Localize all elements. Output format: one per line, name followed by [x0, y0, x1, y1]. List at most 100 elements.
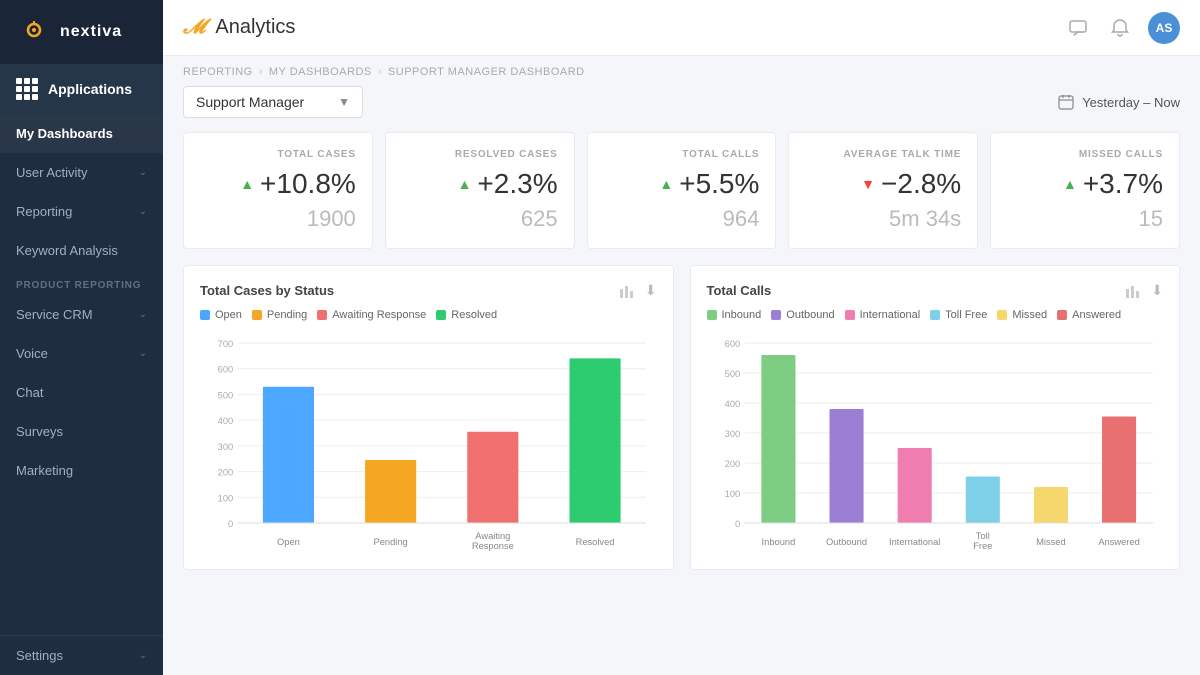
legend-pending-dot — [252, 310, 262, 320]
svg-text:0: 0 — [228, 519, 233, 529]
sidebar-item-service-crm[interactable]: Service CRM ⌄ — [0, 295, 163, 334]
kpi-row: TOTAL CASES ▲ +10.8% 1900 RESOLVED CASES… — [183, 132, 1180, 249]
calls-chart-legend: Inbound Outbound International Toll Free — [707, 309, 1164, 321]
dashboard-dropdown[interactable]: Support Manager ▼ — [183, 86, 363, 118]
chart-cases-title: Total Cases by Status — [200, 283, 334, 298]
calendar-icon — [1058, 94, 1074, 110]
main-content: 𝓜 Analytics AS REPORTING › MY DASHBOARDS… — [163, 0, 1200, 675]
download-calls-icon[interactable]: ⬇ — [1151, 282, 1163, 299]
svg-text:500: 500 — [724, 369, 740, 379]
legend-outbound: Outbound — [771, 309, 834, 321]
chat-icon[interactable] — [1064, 14, 1092, 42]
svg-text:Answered: Answered — [1098, 537, 1139, 547]
settings-nav-item[interactable]: Settings ⌄ — [0, 635, 163, 675]
breadcrumb: REPORTING › MY DASHBOARDS › SUPPORT MANA… — [183, 56, 1180, 86]
user-avatar[interactable]: AS — [1148, 12, 1180, 44]
kpi-avg-talk-time: AVERAGE TALK TIME ▼ −2.8% 5m 34s — [788, 132, 978, 249]
sidebar-item-chat[interactable]: Chat — [0, 373, 163, 412]
analytics-logo-icon: 𝓜 — [183, 16, 205, 39]
legend-open-label: Open — [215, 309, 242, 321]
svg-text:200: 200 — [724, 459, 740, 469]
legend-missed-label: Missed — [1012, 309, 1047, 321]
breadcrumb-my-dashboards: MY DASHBOARDS — [269, 66, 372, 78]
svg-text:500: 500 — [218, 391, 234, 401]
chart-calls-header: Total Calls ⬇ — [707, 282, 1164, 299]
legend-resolved-label: Resolved — [451, 309, 497, 321]
sidebar-item-my-dashboards[interactable]: My Dashboards — [0, 114, 163, 153]
arrow-up-icon: ▲ — [240, 176, 254, 192]
svg-text:300: 300 — [218, 442, 234, 452]
legend-answered-label: Answered — [1072, 309, 1121, 321]
svg-text:100: 100 — [724, 489, 740, 499]
topbar: 𝓜 Analytics AS — [163, 0, 1200, 56]
legend-inbound: Inbound — [707, 309, 762, 321]
legend-inbound-dot — [707, 310, 717, 320]
svg-text:Awaiting: Awaiting — [475, 531, 510, 541]
sidebar: nextiva Applications My Dashboards User … — [0, 0, 163, 675]
logo-area: nextiva — [0, 0, 163, 64]
svg-text:700: 700 — [218, 339, 234, 349]
legend-open: Open — [200, 309, 242, 321]
cases-chart-legend: Open Pending Awaiting Response Resolved — [200, 309, 657, 321]
nextiva-logo — [16, 14, 52, 50]
svg-text:Open: Open — [277, 537, 300, 547]
svg-text:100: 100 — [218, 493, 234, 503]
apps-grid-icon — [16, 78, 38, 100]
kpi-total-cases: TOTAL CASES ▲ +10.8% 1900 — [183, 132, 373, 249]
chevron-icon: ⌄ — [139, 348, 147, 359]
legend-resolved: Resolved — [436, 309, 497, 321]
breadcrumb-reporting: REPORTING — [183, 66, 253, 78]
legend-toll-free: Toll Free — [930, 309, 987, 321]
svg-text:Pending: Pending — [374, 537, 408, 547]
sidebar-item-marketing[interactable]: Marketing — [0, 451, 163, 490]
legend-answered: Answered — [1057, 309, 1121, 321]
kpi-missed-calls: MISSED CALLS ▲ +3.7% 15 — [990, 132, 1180, 249]
date-range-label: Yesterday – Now — [1082, 95, 1180, 110]
kpi-resolved-cases: RESOLVED CASES ▲ +2.3% 625 — [385, 132, 575, 249]
sidebar-item-surveys[interactable]: Surveys — [0, 412, 163, 451]
dashboard-controls: Support Manager ▼ Yesterday – Now — [183, 86, 1180, 118]
breadcrumb-sep-2: › — [378, 66, 382, 78]
kpi-total-calls: TOTAL CALLS ▲ +5.5% 964 — [587, 132, 777, 249]
legend-awaiting: Awaiting Response — [317, 309, 426, 321]
legend-pending: Pending — [252, 309, 307, 321]
sidebar-item-user-activity[interactable]: User Activity ⌄ — [0, 153, 163, 192]
cases-bar-chart: 0100200300400500600700OpenPendingAwaitin… — [200, 333, 657, 553]
svg-text:0: 0 — [735, 519, 740, 529]
sidebar-item-voice[interactable]: Voice ⌄ — [0, 334, 163, 373]
sidebar-nav: My Dashboards User Activity ⌄ Reporting … — [0, 114, 163, 635]
chevron-down-icon: ⌄ — [139, 650, 147, 661]
sidebar-item-keyword-analysis[interactable]: Keyword Analysis — [0, 231, 163, 270]
legend-international-label: International — [860, 309, 921, 321]
bar-chart-icon — [619, 283, 635, 299]
svg-text:Missed: Missed — [1036, 537, 1066, 547]
svg-text:Outbound: Outbound — [826, 537, 867, 547]
notifications-icon[interactable] — [1106, 14, 1134, 42]
svg-text:200: 200 — [218, 468, 234, 478]
svg-text:600: 600 — [724, 339, 740, 349]
svg-text:300: 300 — [724, 429, 740, 439]
dropdown-arrow-icon: ▼ — [338, 95, 350, 109]
svg-text:400: 400 — [724, 399, 740, 409]
arrow-down-icon: ▼ — [861, 176, 875, 192]
breadcrumb-sep-1: › — [259, 66, 263, 78]
content-area: REPORTING › MY DASHBOARDS › SUPPORT MANA… — [163, 56, 1200, 675]
legend-outbound-dot — [771, 310, 781, 320]
svg-text:Toll: Toll — [975, 531, 989, 541]
applications-nav[interactable]: Applications — [0, 64, 163, 114]
topbar-left: 𝓜 Analytics — [183, 16, 295, 39]
arrow-up-icon: ▲ — [659, 176, 673, 192]
download-cases-icon[interactable]: ⬇ — [645, 282, 657, 299]
sidebar-item-reporting[interactable]: Reporting ⌄ — [0, 192, 163, 231]
svg-text:Resolved: Resolved — [576, 537, 615, 547]
legend-open-dot — [200, 310, 210, 320]
svg-text:600: 600 — [218, 365, 234, 375]
dropdown-label: Support Manager — [196, 94, 304, 110]
logo-text: nextiva — [60, 23, 122, 41]
chart-calls-title: Total Calls — [707, 283, 772, 298]
legend-awaiting-dot — [317, 310, 327, 320]
date-range-control[interactable]: Yesterday – Now — [1058, 94, 1180, 110]
svg-text:Inbound: Inbound — [761, 537, 795, 547]
legend-answered-dot — [1057, 310, 1067, 320]
chart-cases-header: Total Cases by Status ⬇ — [200, 282, 657, 299]
